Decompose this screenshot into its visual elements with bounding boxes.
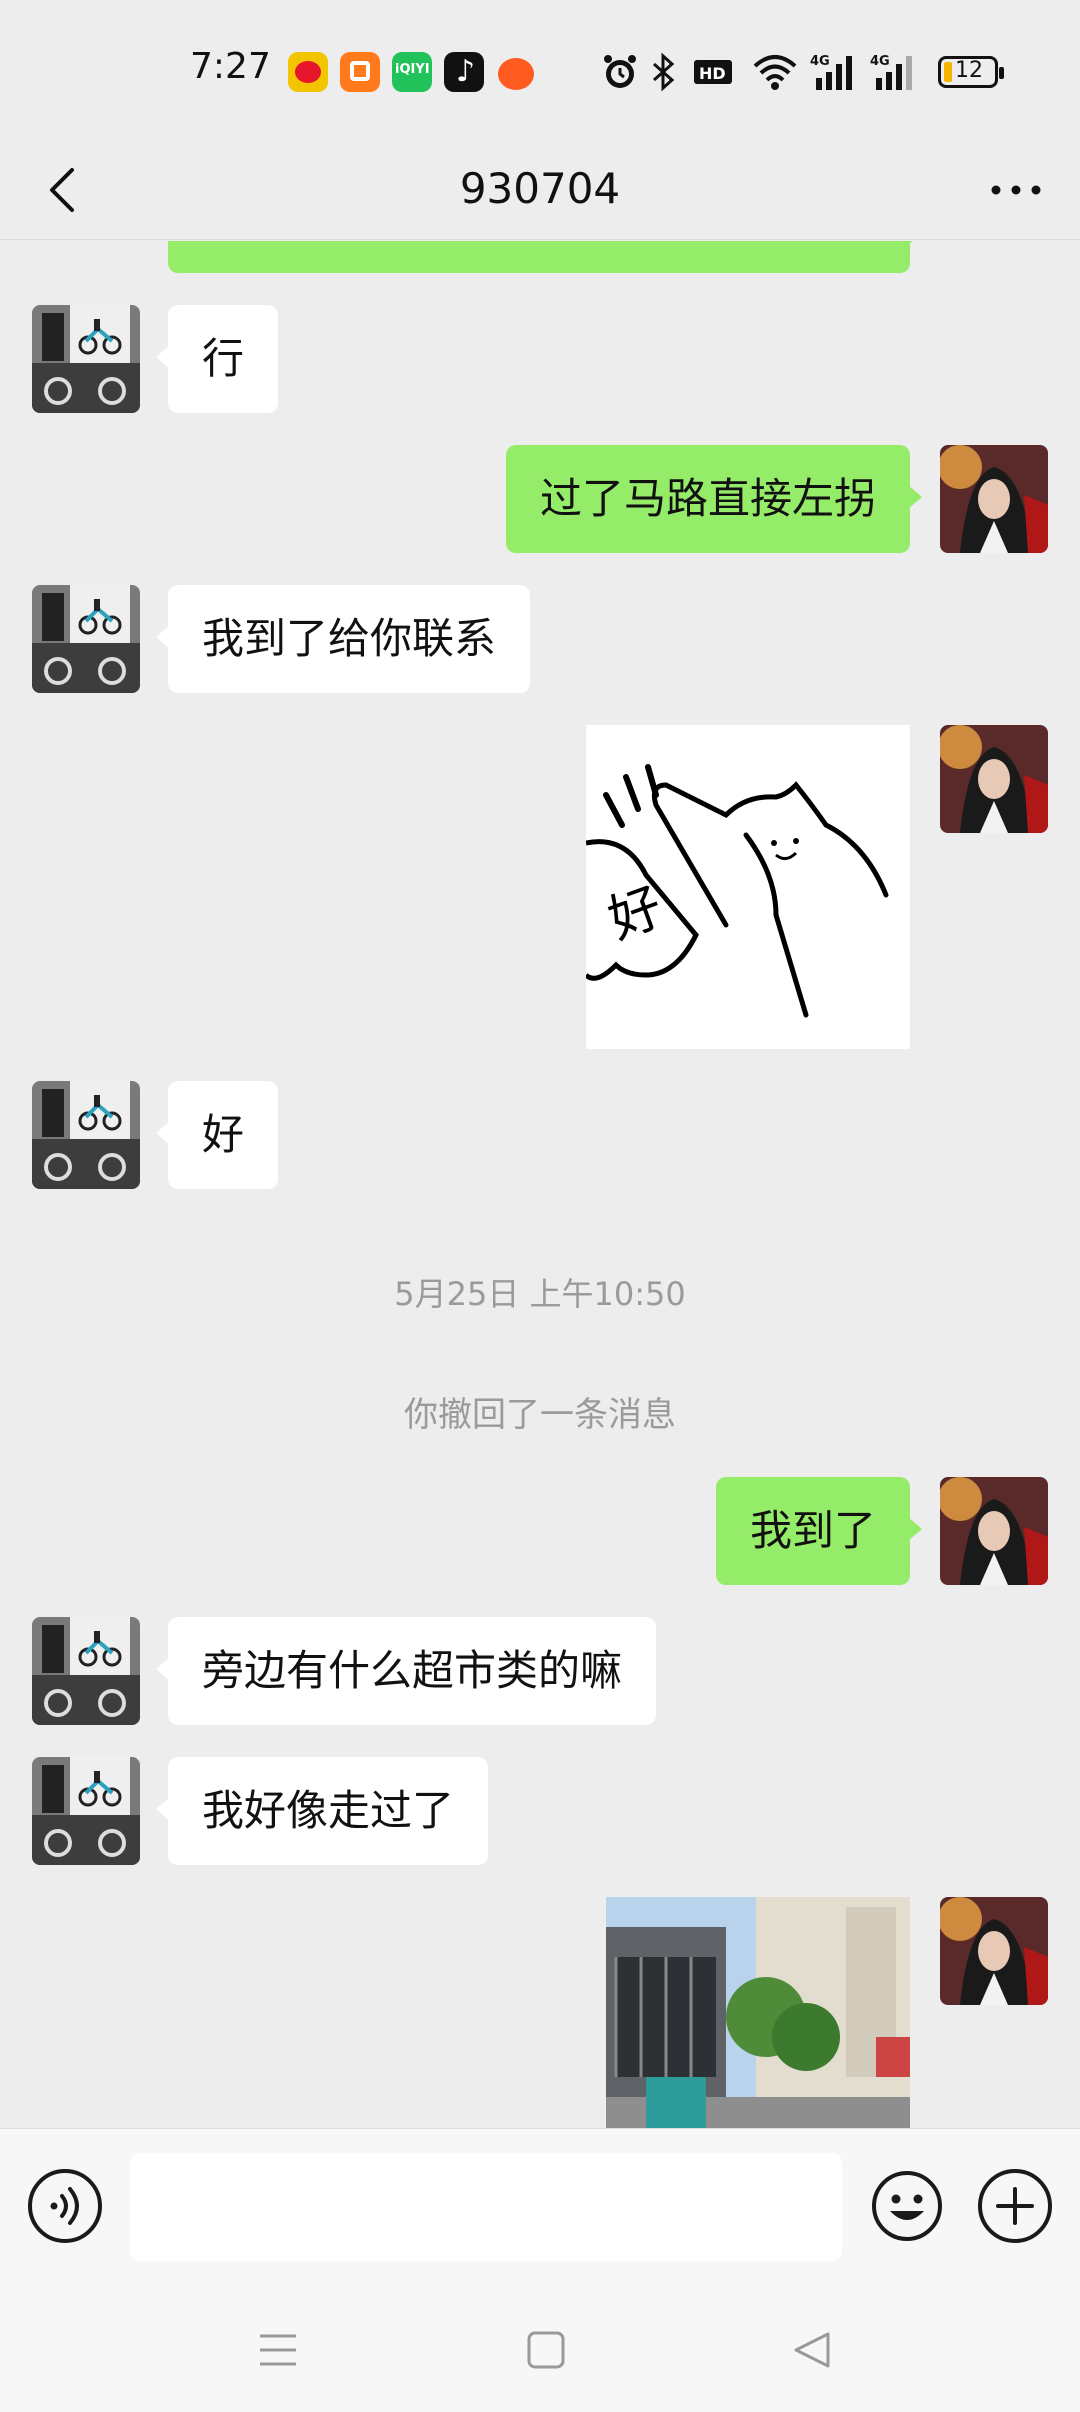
battery-level: 12 (955, 58, 983, 83)
message-bubble-incoming[interactable]: 好 (155, 1081, 279, 1189)
svg-text:HD: HD (699, 64, 726, 83)
message-bubble-incoming[interactable]: 旁边有什么超市类的嘛 (155, 1617, 657, 1725)
contact-avatar[interactable] (32, 1757, 140, 1865)
svg-text:4G: 4G (810, 54, 830, 69)
voice-input-button[interactable] (28, 2169, 102, 2243)
message-bubble-outgoing[interactable]: 我到了 (715, 1477, 923, 1585)
chat-area[interactable]: 行 过了马路直接左拐 我到了给你联系 好 好 5月25日 上午10:50 你撤回… (0, 241, 1080, 2128)
more-options-icon[interactable] (986, 162, 1046, 218)
status-bar: 7:27 iQIYI ♪ HD 4G 4G 12 (0, 0, 1080, 140)
timestamp-label: 5月25日 上午10:50 (394, 1275, 686, 1313)
more-actions-button[interactable] (978, 2169, 1052, 2243)
input-bar (0, 2128, 1080, 2288)
my-avatar[interactable] (940, 1897, 1048, 2005)
iqiyi-icon: iQIYI (392, 52, 432, 92)
contact-avatar[interactable] (32, 305, 140, 413)
message-bubble-incoming[interactable]: 我到了给你联系 (155, 585, 531, 693)
message-input[interactable] (130, 2153, 842, 2261)
voice-icon (50, 2187, 79, 2225)
svg-text:4G: 4G (870, 54, 890, 69)
contact-avatar[interactable] (32, 585, 140, 693)
status-time: 7:27 (190, 46, 271, 87)
tiktok-icon: ♪ (444, 52, 484, 92)
contact-avatar[interactable] (32, 1081, 140, 1189)
image-message[interactable] (606, 1897, 910, 2128)
wifi-icon (753, 55, 797, 90)
kuaishou-icon (340, 52, 380, 92)
recall-notice: 你撤回了一条消息 (404, 1395, 676, 1435)
hd-icon: HD (694, 60, 732, 84)
message-bubble-outgoing[interactable] (168, 241, 922, 273)
chat-header: 930704 (0, 140, 1080, 240)
pumpkin-app-icon (496, 52, 536, 92)
system-nav-bar (0, 2288, 1080, 2412)
contact-avatar[interactable] (32, 1617, 140, 1725)
my-avatar[interactable] (940, 1477, 1048, 1585)
home-icon[interactable] (524, 2328, 568, 2372)
alarm-icon (604, 55, 636, 88)
weibo-icon (288, 52, 328, 92)
back-triangle-icon[interactable] (790, 2328, 834, 2372)
bluetooth-icon (653, 52, 675, 92)
signal-4g-icon: 4G (810, 54, 852, 90)
chat-title: 930704 (459, 164, 621, 213)
plus-icon (996, 2187, 1034, 2225)
message-bubble-incoming[interactable]: 行 (155, 305, 279, 413)
menu-icon[interactable] (256, 2328, 300, 2372)
message-bubble-outgoing[interactable]: 过了马路直接左拐 (505, 445, 923, 553)
signal-4g-icon-2: 4G (870, 54, 912, 90)
battery-icon: 12 (938, 56, 1004, 88)
sticker-message[interactable]: 好 (584, 725, 910, 1049)
emoji-icon[interactable] (870, 2169, 944, 2243)
message-bubble-incoming[interactable]: 我好像走过了 (155, 1757, 489, 1865)
my-avatar[interactable] (940, 725, 1048, 833)
my-avatar[interactable] (940, 445, 1048, 553)
